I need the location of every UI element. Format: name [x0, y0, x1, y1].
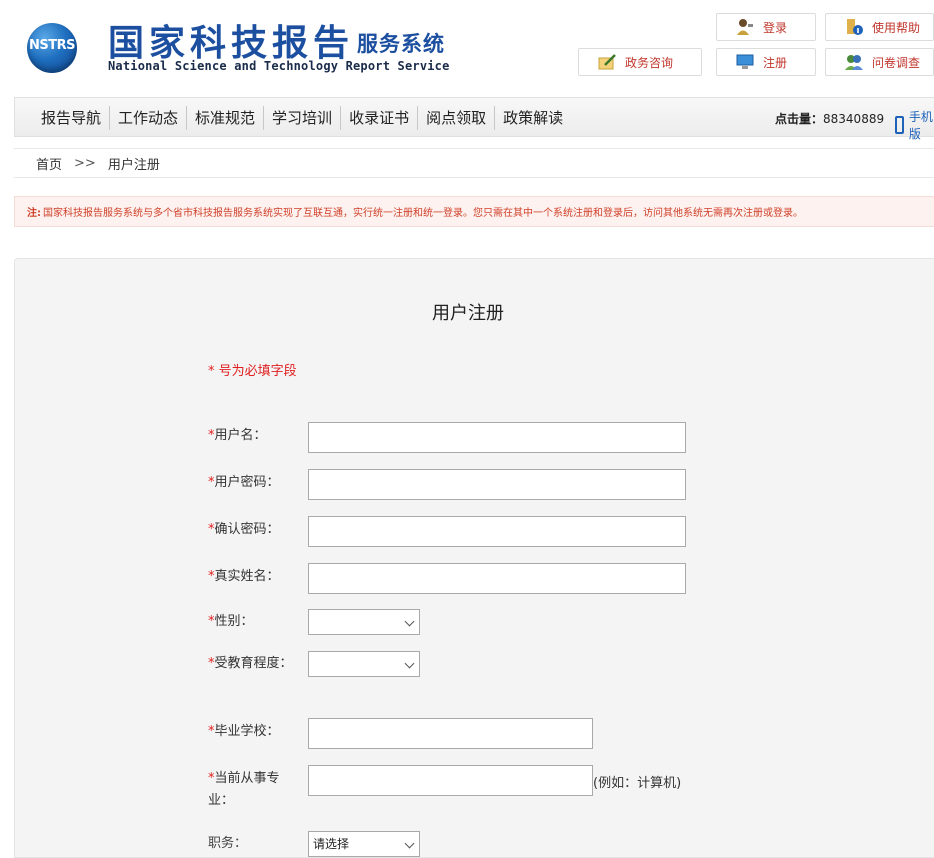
gender-label: *性别：	[208, 614, 254, 629]
mobile-link[interactable]: 手机版	[895, 108, 934, 142]
hit-counter: 点击量：88340889	[775, 110, 884, 127]
required-note: * 号为必填字段	[208, 364, 297, 379]
register-label: 注册	[763, 55, 788, 70]
survey-label: 问卷调查	[872, 55, 921, 70]
help-button[interactable]: 使用帮助	[825, 13, 934, 41]
breadcrumb-current: 用户注册	[107, 157, 160, 173]
position-label: 职务：	[208, 836, 248, 851]
help-info-icon	[844, 18, 864, 36]
registration-panel: 用户注册 * 号为必填字段 *用户名： *用户密码： *确认密码： *真实姓名：…	[14, 258, 934, 858]
breadcrumb-home[interactable]: 首页	[36, 154, 62, 173]
mobile-label: 手机版	[908, 110, 933, 141]
notice-text: 国家科技报告服务系统与多个省市科技报告服务系统实现了互联互通，实行统一注册和统一…	[43, 208, 803, 219]
gender-select[interactable]	[308, 609, 420, 635]
notice-prefix: 注:	[27, 208, 41, 219]
nav-item-standards[interactable]: 标准规范	[186, 106, 263, 130]
login-label: 登录	[763, 20, 788, 35]
major-input[interactable]	[308, 765, 593, 796]
help-label: 使用帮助	[872, 20, 921, 35]
register-button[interactable]: 注册	[716, 48, 816, 76]
nav-item-points[interactable]: 阅点领取	[417, 106, 494, 130]
username-label: *用户名：	[208, 428, 267, 443]
consult-label: 政务咨询	[625, 55, 674, 70]
nav-item-work-news[interactable]: 工作动态	[109, 106, 186, 130]
breadcrumb: 首页 >> 用户注册	[14, 148, 934, 178]
password-input[interactable]	[308, 469, 686, 500]
major-label: *当前从事专业：	[208, 771, 280, 808]
chevron-down-icon	[404, 616, 415, 627]
real-name-label: *真实姓名：	[208, 569, 280, 584]
username-input[interactable]	[308, 422, 686, 453]
hits-value: 88340889	[823, 112, 885, 126]
position-select[interactable]: 请选择	[308, 831, 420, 857]
survey-button[interactable]: 问卷调查	[825, 48, 934, 76]
breadcrumb-separator: >>	[74, 155, 96, 171]
chevron-down-icon	[404, 658, 415, 669]
users-icon	[844, 53, 864, 71]
site-title-cn-suffix: 服务系统	[357, 32, 445, 56]
nav-item-certificates[interactable]: 收录证书	[340, 106, 417, 130]
chevron-down-icon	[404, 838, 415, 849]
site-header: NSTRS 国家科技报告 服务系统 National Science and T…	[0, 0, 934, 96]
consult-button[interactable]: 政务咨询	[578, 48, 702, 76]
notepad-icon	[597, 53, 617, 71]
hits-label: 点击量：	[775, 112, 824, 126]
school-label: *毕业学校：	[208, 724, 280, 739]
form-title: 用户注册	[432, 303, 504, 324]
confirm-password-input[interactable]	[308, 516, 686, 547]
real-name-input[interactable]	[308, 563, 686, 594]
phone-icon	[895, 116, 904, 134]
nav-item-policy[interactable]: 政策解读	[494, 106, 571, 130]
notice-banner: 注: 国家科技报告服务系统与多个省市科技报告服务系统实现了互联互通，实行统一注册…	[14, 196, 934, 227]
major-hint: (例如：计算机)	[593, 776, 682, 791]
nstrs-logo[interactable]: NSTRS	[27, 23, 77, 73]
monitor-icon	[735, 53, 755, 71]
main-nav: 报告导航 工作动态 标准规范 学习培训 收录证书 阅点领取 政策解读 点击量：8…	[14, 97, 934, 141]
confirm-password-label: *确认密码：	[208, 522, 280, 537]
login-button[interactable]: 登录	[716, 13, 816, 41]
site-title-en: National Science and Technology Report S…	[108, 59, 450, 73]
user-key-icon	[735, 18, 755, 36]
nav-item-report-nav[interactable]: 报告导航	[33, 106, 109, 130]
school-input[interactable]	[308, 718, 593, 749]
education-select[interactable]	[308, 651, 420, 677]
nav-item-training[interactable]: 学习培训	[263, 106, 340, 130]
education-label: *受教育程度：	[208, 656, 293, 671]
logo-text: NSTRS	[29, 38, 75, 53]
password-label: *用户密码：	[208, 475, 280, 490]
